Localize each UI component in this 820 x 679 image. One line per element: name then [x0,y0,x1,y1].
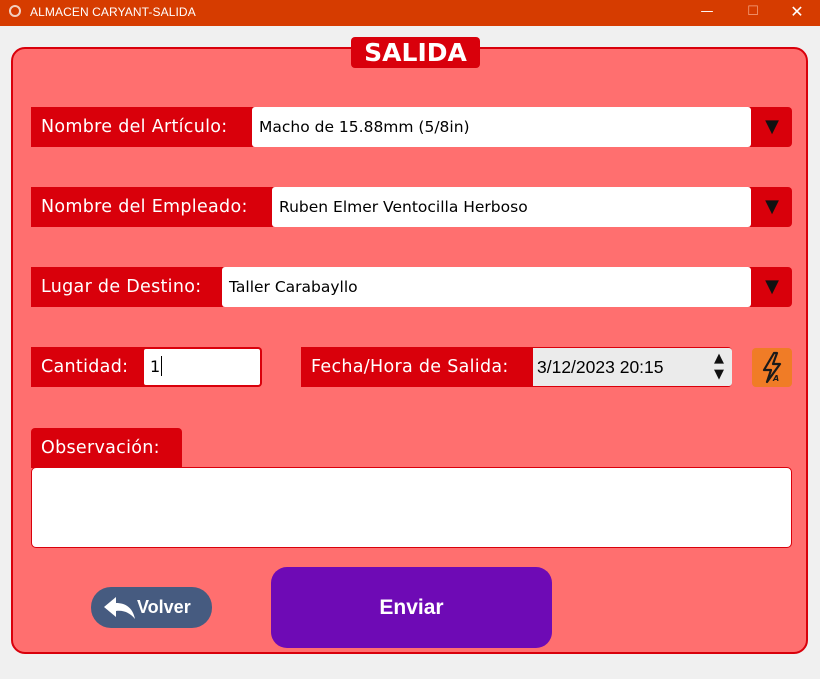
employee-label: Nombre del Empleado: [31,187,272,227]
datetime-picker[interactable]: 3/12/2023 20:15 ▲ ▼ [533,348,732,386]
quantity-label: Cantidad: [31,347,143,387]
send-button[interactable]: Enviar [271,567,552,648]
back-button[interactable]: Volver [91,587,212,628]
app-icon [9,5,21,17]
back-button-label: Volver [137,597,191,617]
window-title: ALMACEN CARYANT-SALIDA [30,5,196,19]
datetime-label: Fecha/Hora de Salida: [301,347,533,387]
destination-select[interactable]: Taller Carabayllo [222,267,751,307]
datetime-value: 3/12/2023 20:15 [537,357,664,377]
auto-datetime-button[interactable]: A [752,348,792,387]
minimize-button[interactable]: — [684,0,730,26]
article-label: Nombre del Artículo: [31,107,252,147]
text-cursor [161,356,163,376]
destination-dropdown-arrow-icon[interactable]: ▼ [752,267,792,307]
observation-textarea[interactable] [31,467,792,548]
spin-down-icon[interactable]: ▼ [711,368,727,382]
page-title: SALIDA [351,37,480,68]
reply-arrow-icon [104,597,135,619]
article-select[interactable]: Macho de 15.88mm (5/8in) [252,107,751,147]
observation-label: Observación: [31,428,182,468]
spin-up-icon[interactable]: ▲ [711,352,727,366]
quantity-value: 1 [150,357,161,376]
destination-label: Lugar de Destino: [31,267,222,307]
employee-dropdown-arrow-icon[interactable]: ▼ [752,187,792,227]
svg-text:A: A [772,374,779,383]
employee-select[interactable]: Ruben Elmer Ventocilla Herboso [272,187,751,227]
maximize-button[interactable]: ☐ [730,0,776,26]
close-button[interactable]: ✕ [774,0,820,26]
quantity-input[interactable]: 1 [143,348,261,386]
lightning-icon: A [762,351,782,384]
title-bar: ALMACEN CARYANT-SALIDA — ☐ ✕ [0,0,820,26]
article-dropdown-arrow-icon[interactable]: ▼ [752,107,792,147]
